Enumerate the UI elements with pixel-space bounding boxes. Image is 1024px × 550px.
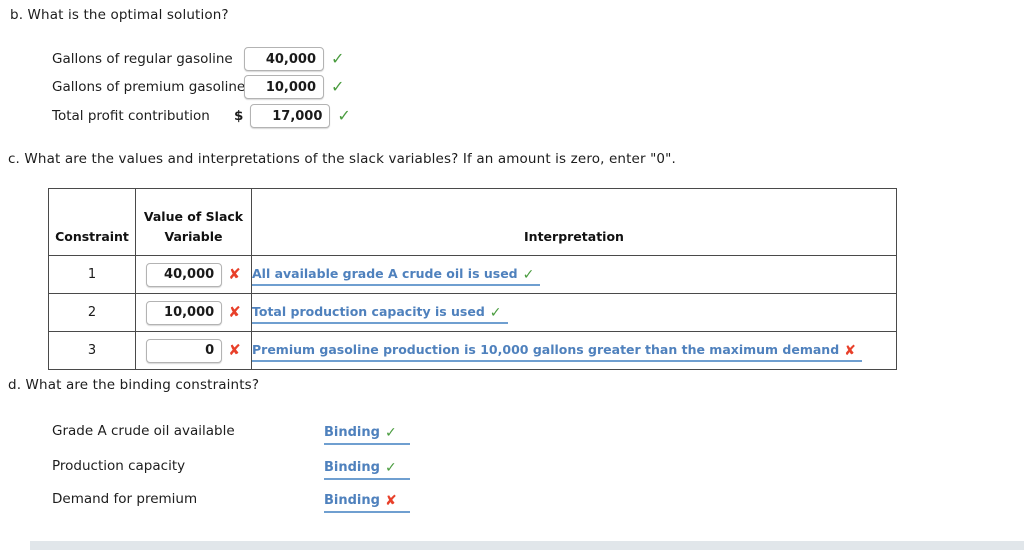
interpretation-answer-1[interactable]: All available grade A crude oil is used ✓	[252, 263, 541, 286]
cell-slack-value-1: ✘	[135, 255, 252, 294]
part-b-question-text: b. What is the optimal solution?	[10, 7, 229, 23]
column-header-slack-line2: Variable	[164, 228, 223, 244]
check-icon-interpretation-2: ✓	[489, 305, 502, 321]
cell-slack-value-2: ✘	[135, 293, 252, 332]
column-header-interpretation: Interpretation	[251, 188, 897, 256]
cross-icon-slack-1: ✘	[228, 265, 241, 283]
part-c-question-text: c. What are the values and interpretatio…	[8, 151, 676, 167]
check-icon-premium-gasoline: ✓	[331, 77, 345, 96]
interpretation-text-2: Total production capacity is used	[252, 304, 485, 319]
check-icon-interpretation-1: ✓	[522, 267, 535, 283]
binding-answer-text-3: Binding	[324, 493, 380, 508]
cross-icon-binding-3: ✘	[384, 493, 397, 509]
check-icon-total-profit: ✓	[337, 106, 351, 125]
bottom-status-bar	[30, 541, 1024, 550]
binding-answer-text-2: Binding	[324, 460, 380, 475]
binding-row-production-capacity: Production capacity Binding ✓	[52, 456, 452, 480]
interpretation-answer-3[interactable]: Premium gasoline production is 10,000 ga…	[252, 339, 862, 362]
interpretation-text-1: All available grade A crude oil is used	[252, 266, 518, 281]
binding-label-grade-a-crude-oil: Grade A crude oil available	[52, 423, 235, 439]
cell-interpretation-3: Premium gasoline production is 10,000 ga…	[251, 331, 897, 370]
column-header-constraint: Constraint	[48, 188, 136, 256]
cell-constraint-number-3: 3	[48, 331, 136, 370]
binding-answer-production-capacity[interactable]: Binding ✓	[324, 456, 410, 480]
input-total-profit-contribution[interactable]	[250, 104, 331, 128]
input-gallons-regular-gasoline[interactable]	[244, 47, 324, 71]
slack-variables-table: Constraint Value of Slack Variable Inter…	[48, 188, 897, 370]
check-icon-binding-1: ✓	[384, 425, 397, 441]
binding-answer-grade-a-crude-oil[interactable]: Binding ✓	[324, 421, 410, 445]
input-slack-value-1[interactable]	[146, 262, 223, 287]
check-icon-regular-gasoline: ✓	[331, 49, 345, 68]
cross-icon-slack-2: ✘	[228, 303, 241, 321]
check-icon-binding-2: ✓	[384, 460, 397, 476]
table-row: 2 ✘ Total production capacity is used ✓	[48, 293, 897, 332]
dollar-sign-symbol: $	[234, 108, 244, 124]
optimal-solution-row-premium: Gallons of premium gasoline ✓	[52, 74, 344, 100]
optimal-solution-row-profit: Total profit contribution $ ✓	[52, 103, 351, 129]
cell-interpretation-2: Total production capacity is used ✓	[251, 293, 897, 332]
cross-icon-slack-3: ✘	[228, 341, 241, 359]
optimal-solution-row-regular: Gallons of regular gasoline ✓	[52, 46, 344, 72]
binding-answer-text-1: Binding	[324, 425, 380, 440]
binding-row-grade-a-crude-oil: Grade A crude oil available Binding ✓	[52, 421, 452, 445]
part-d-question-text: d. What are the binding constraints?	[8, 377, 260, 393]
cross-icon-interpretation-3: ✘	[844, 343, 856, 359]
cell-slack-value-3: ✘	[135, 331, 252, 370]
interpretation-answer-2[interactable]: Total production capacity is used ✓	[252, 301, 508, 324]
binding-row-demand-for-premium: Demand for premium Binding ✘	[52, 489, 452, 513]
interpretation-text-3: Premium gasoline production is 10,000 ga…	[252, 342, 840, 357]
column-header-slack-variable: Value of Slack Variable	[135, 188, 252, 256]
row-label-total-profit-contribution: Total profit contribution	[52, 108, 210, 124]
binding-label-demand-for-premium: Demand for premium	[52, 491, 198, 507]
column-header-interpretation-label: Interpretation	[524, 228, 624, 244]
input-slack-value-2[interactable]	[146, 300, 223, 325]
cell-constraint-number-1: 1	[48, 255, 136, 294]
table-header-row: Constraint Value of Slack Variable Inter…	[48, 188, 897, 256]
cell-constraint-number-2: 2	[48, 293, 136, 332]
column-header-slack-line1: Value of Slack	[143, 209, 244, 225]
table-row: 1 ✘ All available grade A crude oil is u…	[48, 255, 897, 294]
binding-answer-demand-for-premium[interactable]: Binding ✘	[324, 489, 410, 513]
column-header-constraint-label: Constraint	[55, 228, 129, 244]
input-gallons-premium-gasoline[interactable]	[244, 75, 324, 99]
row-label-regular-gasoline: Gallons of regular gasoline	[52, 51, 233, 67]
table-row: 3 ✘ Premium gasoline production is 10,00…	[48, 331, 897, 370]
cell-interpretation-1: All available grade A crude oil is used ✓	[251, 255, 897, 294]
binding-label-production-capacity: Production capacity	[52, 458, 186, 474]
input-slack-value-3[interactable]	[146, 338, 223, 363]
row-label-premium-gasoline: Gallons of premium gasoline	[52, 79, 246, 95]
